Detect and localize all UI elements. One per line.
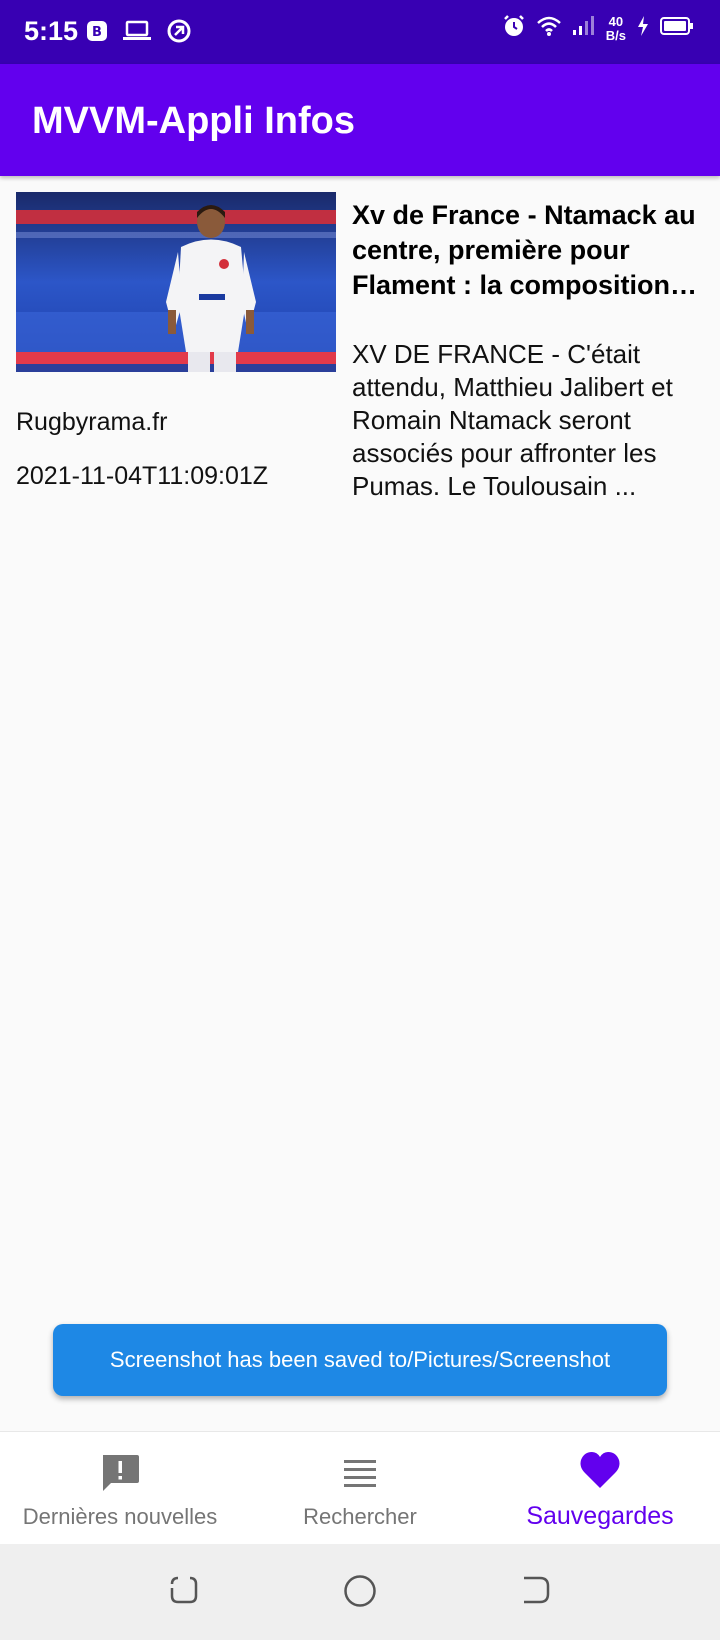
- article-title: Xv de France - Ntamack au centre, premiè…: [352, 200, 696, 300]
- bottom-nav: Dernières nouvelles Rechercher Sauvegard…: [0, 1431, 720, 1544]
- list-icon: [342, 1456, 378, 1497]
- back-icon[interactable]: [520, 1574, 552, 1611]
- system-nav-bar: [0, 1544, 720, 1640]
- article-description: XV DE FRANCE - C'était attendu, Matthieu…: [352, 339, 673, 501]
- alert-message-icon: [99, 1452, 141, 1499]
- svg-text:B: B: [92, 25, 102, 40]
- nav-item-latest-news[interactable]: Dernières nouvelles: [0, 1432, 240, 1545]
- heart-icon: [579, 1450, 621, 1495]
- app-bar: MVVM-Appli Infos: [0, 64, 720, 176]
- net-speed: 40 B/s: [605, 13, 626, 43]
- b-badge-icon: B: [86, 20, 108, 47]
- toast-message: Screenshot has been saved to/Pictures/Sc…: [53, 1324, 667, 1396]
- nav-item-search[interactable]: Rechercher: [240, 1432, 480, 1545]
- signal-icon: [572, 15, 596, 42]
- article-item[interactable]: Xv de France - Ntamack au centre, premiè…: [16, 192, 704, 512]
- vpn-icon: [166, 18, 192, 49]
- status-time: 5:15: [24, 16, 79, 46]
- alarm-icon: [502, 14, 526, 43]
- wifi-icon: [536, 15, 562, 42]
- nav-label-saved: Sauvegardes: [526, 1502, 674, 1530]
- nav-label-search: Rechercher: [303, 1504, 417, 1529]
- status-right-icons: 40 B/s: [502, 14, 694, 43]
- nav-label-latest-news: Dernières nouvelles: [22, 1504, 218, 1529]
- article-date: 2021-11-04T11:09:01Z: [16, 462, 269, 490]
- status-bar: 5:15 B 40 B/s: [0, 0, 720, 64]
- nav-item-saved[interactable]: Sauvegardes: [480, 1432, 720, 1545]
- app-title: MVVM-Appli Infos: [32, 100, 355, 142]
- net-speed-unit: B/s: [605, 27, 626, 43]
- home-icon[interactable]: [343, 1574, 377, 1613]
- article-thumbnail: [16, 192, 336, 372]
- charging-icon: [636, 15, 650, 42]
- article-source: Rugbyrama.fr: [16, 408, 168, 436]
- battery-icon: [660, 16, 694, 41]
- net-speed-value: 40: [608, 13, 624, 29]
- laptop-icon: [122, 20, 152, 47]
- status-left-icons: B: [86, 18, 192, 49]
- recent-apps-icon[interactable]: [168, 1574, 200, 1611]
